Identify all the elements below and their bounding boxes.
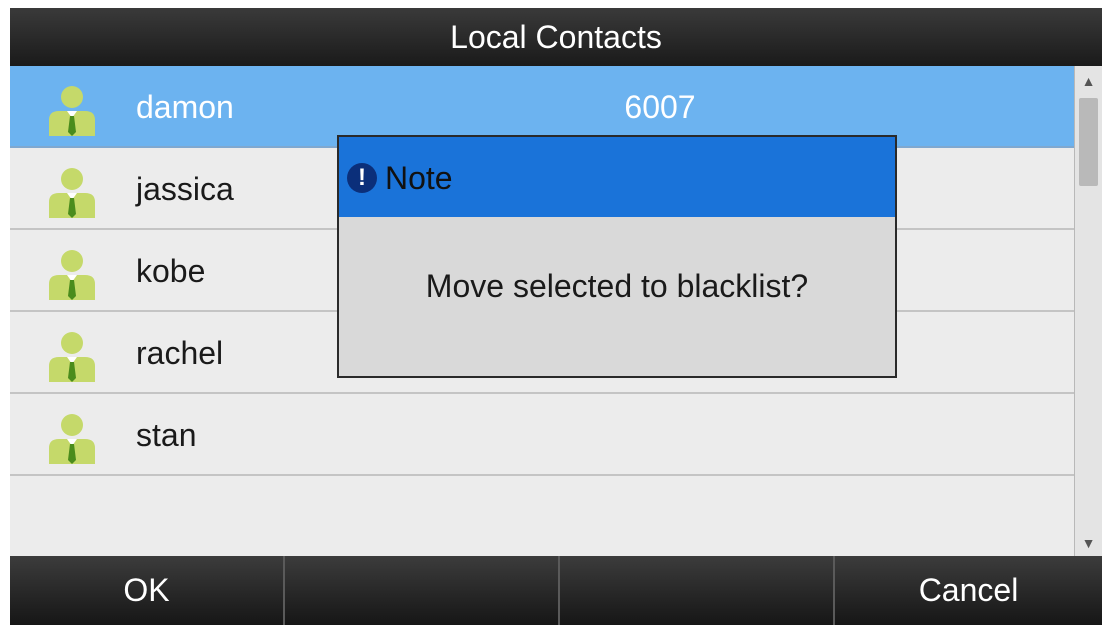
softkey-3[interactable]	[560, 556, 835, 625]
page-title: Local Contacts	[10, 8, 1102, 66]
exclamation-icon: !	[347, 163, 377, 193]
dialog-title: Note	[385, 160, 453, 196]
contact-name: damon	[136, 89, 234, 125]
scrollbar[interactable]: ▲ ▼	[1074, 66, 1102, 556]
dialog-message: Move selected to blacklist?	[425, 268, 809, 304]
cancel-softkey[interactable]: Cancel	[835, 556, 1102, 625]
scroll-thumb[interactable]	[1079, 98, 1098, 186]
dialog-header: ! Note	[339, 137, 895, 217]
contact-avatar-icon	[49, 250, 95, 300]
contact-avatar-icon	[49, 414, 95, 464]
contact-name: jassica	[136, 171, 234, 207]
contact-row[interactable]: stan	[10, 394, 1074, 476]
softkey-bar: OK Cancel	[10, 556, 1102, 625]
note-dialog: ! Note Move selected to blacklist?	[337, 135, 897, 378]
contact-name: kobe	[136, 253, 206, 289]
ok-softkey[interactable]: OK	[10, 556, 285, 625]
scroll-up-icon[interactable]: ▲	[1075, 68, 1102, 94]
contact-avatar-icon	[49, 168, 95, 218]
contact-avatar-icon	[49, 86, 95, 136]
contact-avatar-icon	[49, 332, 95, 382]
phone-screen: Local Contacts damon 6007 jassica kobe r…	[10, 8, 1102, 625]
softkey-2[interactable]	[285, 556, 560, 625]
scroll-down-icon[interactable]: ▼	[1075, 530, 1102, 556]
contact-name: stan	[136, 417, 197, 453]
contact-name: rachel	[136, 335, 224, 371]
